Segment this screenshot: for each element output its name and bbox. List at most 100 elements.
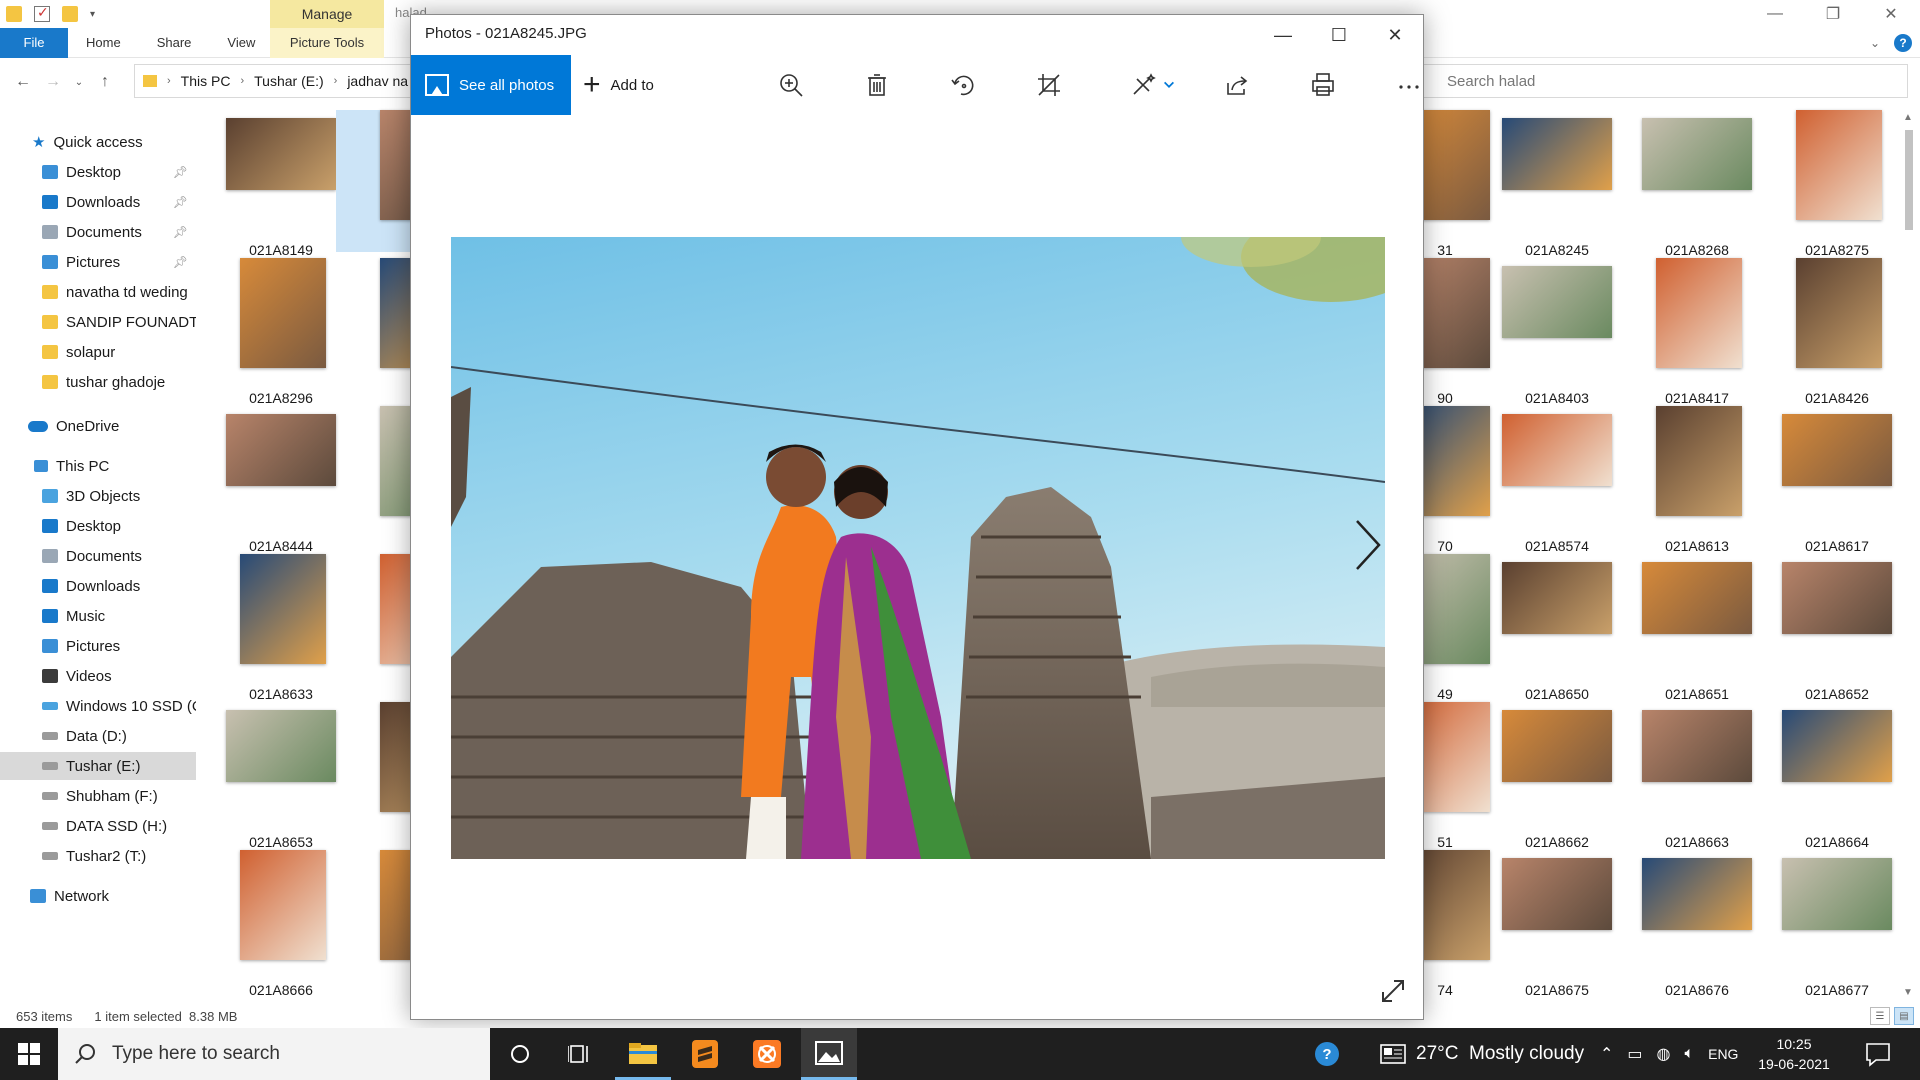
taskbar-photos[interactable] [801,1028,857,1080]
file-thumbnail[interactable]: 021A8676 [1612,850,1752,998]
file-thumbnail[interactable]: 021A8296 [196,258,336,406]
nav-this-pc[interactable]: This PC [0,452,196,480]
weather-widget[interactable]: 27°C Mostly cloudy [1380,1028,1584,1080]
pin-icon[interactable]: 📌︎ [173,225,188,239]
zoom-in-icon[interactable] [775,69,807,101]
customize-toolbar-icon[interactable]: ▾ [90,9,95,20]
nav-quick-access[interactable]: ★ Quick access [0,128,196,156]
chevron-down-icon[interactable] [1161,69,1177,101]
properties-icon[interactable] [34,4,50,22]
minimize-button[interactable]: — [1746,0,1804,28]
forward-arrow-icon[interactable]: → [38,73,68,91]
tab-share[interactable]: Share [139,28,210,58]
recent-locations-icon[interactable]: ⌄ [68,77,90,88]
folder-icon[interactable] [6,6,22,22]
language-indicator[interactable]: ENG [1708,1046,1738,1062]
vertical-scrollbar[interactable]: ▲ ▼ [1900,110,1918,1000]
taskbar-sublime-text[interactable] [677,1028,733,1080]
nav-network[interactable]: Network [0,882,196,910]
show-hidden-icons-icon[interactable]: ⌃ [1600,1044,1613,1064]
file-thumbnail[interactable]: 021A8444 [196,406,336,554]
nav-pc-item[interactable]: DATA SSD (H:) [0,812,196,840]
nav-pc-item[interactable]: Shubham (F:) [0,782,196,810]
file-thumbnail[interactable]: 021A8662 [1472,702,1612,850]
nav-pc-item[interactable]: Videos [0,662,196,690]
fullscreen-expand-icon[interactable] [1379,977,1407,1005]
nav-pc-item[interactable]: Tushar2 (T:) [0,842,196,870]
start-button[interactable] [0,1028,58,1080]
up-arrow-icon[interactable]: ↑ [90,73,120,91]
notification-center-icon[interactable] [1864,1040,1892,1068]
file-thumbnail[interactable]: 021A8149 [196,110,336,258]
file-thumbnail[interactable]: 021A8617 [1752,406,1892,554]
file-thumbnail[interactable]: 021A8663 [1612,702,1752,850]
file-thumbnail[interactable]: 021A8677 [1752,850,1892,998]
file-thumbnail[interactable]: 021A8613 [1612,406,1752,554]
scrollbar-thumb[interactable] [1905,130,1913,230]
restore-button[interactable]: ❐ [1804,0,1862,28]
battery-icon[interactable]: ▭ [1627,1044,1642,1064]
nav-pc-item[interactable]: Downloads [0,572,196,600]
nav-quick-item[interactable]: tushar ghadoje [0,368,196,396]
pin-icon[interactable]: 📌︎ [173,255,188,269]
manage-tab[interactable]: Manage [270,0,384,28]
pin-icon[interactable]: 📌︎ [173,195,188,209]
maximize-button[interactable]: ☐ [1311,15,1367,55]
nav-pc-item[interactable]: 3D Objects [0,482,196,510]
help-tips-icon[interactable]: ? [1312,1040,1342,1070]
file-thumbnail[interactable]: 021A8268 [1612,110,1752,258]
nav-pc-item[interactable]: Data (D:) [0,722,196,750]
nav-onedrive[interactable]: OneDrive [0,412,196,440]
file-thumbnail[interactable]: 021A8653 [196,702,336,850]
delete-icon[interactable] [861,69,893,101]
rotate-icon[interactable] [947,69,979,101]
large-icons-view-icon[interactable]: ▤ [1894,1007,1914,1025]
breadcrumb-drive[interactable]: Tushar (E:) [254,73,324,89]
nav-pc-item[interactable]: Desktop [0,512,196,540]
breadcrumb-this-pc[interactable]: This PC [181,73,231,89]
file-thumbnail[interactable]: 021A8574 [1472,406,1612,554]
file-thumbnail[interactable]: 021A8403 [1472,258,1612,406]
taskbar-file-explorer[interactable] [615,1028,671,1080]
tab-file[interactable]: File [0,27,68,58]
help-icon[interactable]: ? [1894,34,1912,52]
crop-icon[interactable] [1033,69,1065,101]
file-thumbnail[interactable]: 021A8633 [196,554,336,702]
taskbar-search-input[interactable]: Type here to search [58,1028,490,1080]
see-all-photos-button[interactable]: See all photos [411,55,571,115]
cortana-button[interactable] [492,1028,548,1080]
nav-pc-item[interactable]: Music [0,602,196,630]
task-view-button[interactable] [552,1028,608,1080]
close-button[interactable]: ✕ [1862,0,1920,28]
nav-pc-item[interactable]: Pictures [0,632,196,660]
nav-pc-item[interactable]: Windows 10 SSD (C [0,692,196,720]
taskbar-xampp[interactable] [739,1028,795,1080]
pin-icon[interactable]: 📌︎ [173,165,188,179]
file-thumbnail[interactable]: 021A8652 [1752,554,1892,702]
nav-quick-item[interactable]: Documents 📌︎ [0,218,196,246]
file-thumbnail[interactable]: 021A8426 [1752,258,1892,406]
tab-view[interactable]: View [209,28,273,58]
details-view-icon[interactable]: ☰ [1870,1007,1890,1025]
nav-quick-item[interactable]: SANDIP FOUNADTI( [0,308,196,336]
nav-pc-item[interactable]: Documents [0,542,196,570]
file-thumbnail[interactable]: 021A8664 [1752,702,1892,850]
breadcrumb-folder[interactable]: jadhav na [347,73,408,89]
file-thumbnail[interactable]: 021A8417 [1612,258,1752,406]
print-icon[interactable] [1307,69,1339,101]
scroll-up-icon[interactable]: ▲ [1903,112,1913,123]
nav-quick-item[interactable]: navatha td weding [0,278,196,306]
file-thumbnail[interactable]: 021A8245 [1472,110,1612,258]
add-to-button[interactable]: + Add to [583,55,654,115]
nav-quick-item[interactable]: solapur [0,338,196,366]
tab-home[interactable]: Home [68,28,139,58]
expand-ribbon-icon[interactable]: ⌄ [1870,36,1880,50]
tab-picture-tools[interactable]: Picture Tools [270,27,384,58]
scroll-down-icon[interactable]: ▼ [1903,987,1913,998]
nav-pc-item[interactable]: Tushar (E:) [0,752,196,780]
address-bar[interactable]: › This PC › Tushar (E:) › jadhav na [134,64,434,98]
back-arrow-icon[interactable]: ← [8,73,38,91]
next-photo-button[interactable] [1349,515,1385,575]
share-icon[interactable] [1221,69,1253,101]
file-thumbnail[interactable]: 021A8275 [1752,110,1892,258]
